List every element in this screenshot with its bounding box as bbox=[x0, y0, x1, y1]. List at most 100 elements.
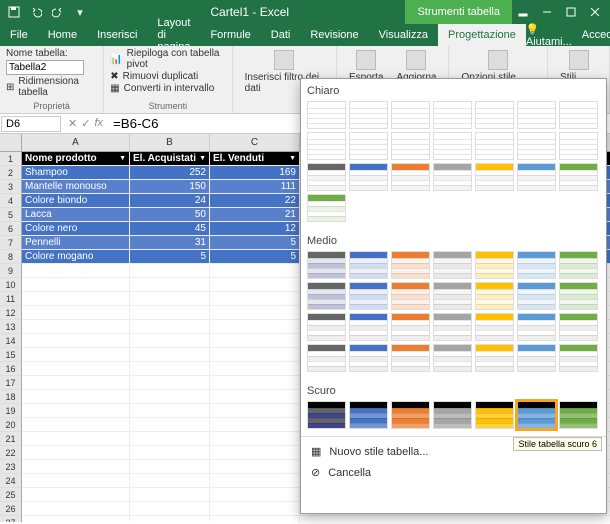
row-header[interactable]: 24 bbox=[0, 474, 22, 488]
row-header[interactable]: 10 bbox=[0, 278, 22, 292]
filter-dropdown-icon[interactable]: ▼ bbox=[119, 152, 126, 165]
table-style-thumb[interactable] bbox=[349, 401, 388, 429]
cell[interactable] bbox=[210, 320, 300, 333]
cell[interactable] bbox=[130, 488, 210, 501]
minimize-icon[interactable] bbox=[536, 2, 558, 22]
row-header[interactable]: 15 bbox=[0, 348, 22, 362]
cell[interactable] bbox=[210, 446, 300, 459]
table-style-thumb[interactable] bbox=[433, 344, 472, 372]
cell[interactable] bbox=[210, 488, 300, 501]
table-style-thumb[interactable] bbox=[559, 313, 598, 341]
cell[interactable] bbox=[210, 348, 300, 361]
cell[interactable] bbox=[22, 488, 130, 501]
table-style-thumb[interactable] bbox=[517, 101, 556, 129]
cell[interactable]: 31 bbox=[130, 236, 210, 249]
table-style-thumb[interactable] bbox=[349, 163, 388, 191]
table-style-thumb[interactable] bbox=[391, 282, 430, 310]
tab-progettazione[interactable]: Progettazione bbox=[438, 24, 526, 46]
table-style-thumb[interactable] bbox=[307, 313, 346, 341]
table-style-thumb[interactable] bbox=[391, 313, 430, 341]
table-style-thumb[interactable] bbox=[391, 132, 430, 160]
cell[interactable] bbox=[130, 306, 210, 319]
cell[interactable] bbox=[22, 418, 130, 431]
table-style-thumb[interactable] bbox=[559, 163, 598, 191]
tab-formule[interactable]: Formule bbox=[200, 24, 260, 46]
row-header[interactable]: 17 bbox=[0, 376, 22, 390]
table-style-thumb[interactable] bbox=[307, 401, 346, 429]
cell[interactable] bbox=[210, 474, 300, 487]
convert-range-button[interactable]: ▦ Converti in intervallo bbox=[110, 83, 225, 94]
cell[interactable]: 5 bbox=[130, 250, 210, 263]
undo-icon[interactable] bbox=[26, 2, 46, 22]
table-style-thumb[interactable] bbox=[349, 101, 388, 129]
cell[interactable] bbox=[210, 502, 300, 515]
cell[interactable]: Lacca bbox=[22, 208, 130, 221]
tab-dati[interactable]: Dati bbox=[261, 24, 301, 46]
table-style-thumb[interactable] bbox=[391, 101, 430, 129]
cell[interactable]: 24 bbox=[130, 194, 210, 207]
ribbon-options-icon[interactable] bbox=[512, 2, 534, 22]
cell[interactable]: 22 bbox=[210, 194, 300, 207]
table-style-thumb[interactable] bbox=[559, 251, 598, 279]
cell[interactable] bbox=[22, 334, 130, 347]
table-style-thumb[interactable] bbox=[391, 401, 430, 429]
row-header[interactable]: 12 bbox=[0, 306, 22, 320]
cell[interactable] bbox=[22, 320, 130, 333]
table-style-thumb[interactable] bbox=[559, 282, 598, 310]
table-style-thumb[interactable] bbox=[391, 163, 430, 191]
cell[interactable] bbox=[130, 516, 210, 522]
fx-icon[interactable]: fx bbox=[94, 117, 103, 130]
table-style-thumb[interactable] bbox=[433, 313, 472, 341]
cell[interactable] bbox=[210, 418, 300, 431]
column-header[interactable]: B bbox=[130, 134, 210, 151]
table-style-thumb[interactable] bbox=[559, 132, 598, 160]
cell[interactable] bbox=[210, 306, 300, 319]
cell[interactable]: Shampoo bbox=[22, 166, 130, 179]
select-all-corner[interactable] bbox=[0, 134, 22, 151]
table-style-thumb[interactable] bbox=[391, 344, 430, 372]
table-style-thumb[interactable] bbox=[517, 163, 556, 191]
cell[interactable] bbox=[22, 348, 130, 361]
table-style-thumb[interactable] bbox=[475, 163, 514, 191]
table-style-thumb[interactable] bbox=[475, 282, 514, 310]
cell[interactable] bbox=[210, 292, 300, 305]
row-header[interactable]: 3 bbox=[0, 180, 22, 194]
cell[interactable] bbox=[22, 404, 130, 417]
cell[interactable] bbox=[130, 320, 210, 333]
tab-layout-di-pagina[interactable]: Layout di pagina bbox=[147, 24, 200, 46]
tab-home[interactable]: Home bbox=[38, 24, 87, 46]
table-header-cell[interactable]: El. Venduti▼ bbox=[210, 152, 300, 165]
name-box[interactable] bbox=[1, 116, 61, 132]
table-style-thumb[interactable] bbox=[307, 132, 346, 160]
cell[interactable] bbox=[210, 404, 300, 417]
table-style-thumb[interactable] bbox=[517, 282, 556, 310]
resize-table-button[interactable]: ⊞ Ridimensiona tabella bbox=[6, 76, 97, 98]
table-style-thumb[interactable] bbox=[517, 401, 556, 429]
cell[interactable] bbox=[22, 516, 130, 522]
cell[interactable] bbox=[22, 362, 130, 375]
cell[interactable]: 12 bbox=[210, 222, 300, 235]
column-header[interactable]: C bbox=[210, 134, 300, 151]
cell[interactable] bbox=[210, 362, 300, 375]
table-style-thumb[interactable] bbox=[559, 101, 598, 129]
cell[interactable]: 5 bbox=[210, 236, 300, 249]
row-header[interactable]: 20 bbox=[0, 418, 22, 432]
cell[interactable] bbox=[22, 474, 130, 487]
table-style-thumb[interactable] bbox=[349, 344, 388, 372]
cell[interactable]: Pennelli bbox=[22, 236, 130, 249]
cell[interactable] bbox=[130, 460, 210, 473]
row-header[interactable]: 25 bbox=[0, 488, 22, 502]
cell[interactable] bbox=[22, 446, 130, 459]
table-style-thumb[interactable] bbox=[433, 401, 472, 429]
cell[interactable] bbox=[130, 376, 210, 389]
cell[interactable]: 45 bbox=[130, 222, 210, 235]
cell[interactable] bbox=[130, 446, 210, 459]
save-icon[interactable] bbox=[4, 2, 24, 22]
summarize-pivot-button[interactable]: 📊 Riepiloga con tabella pivot bbox=[110, 48, 225, 70]
table-style-thumb[interactable] bbox=[433, 163, 472, 191]
table-style-thumb[interactable] bbox=[475, 251, 514, 279]
table-style-thumb[interactable] bbox=[349, 282, 388, 310]
cell[interactable]: 169 bbox=[210, 166, 300, 179]
table-style-thumb[interactable] bbox=[475, 401, 514, 429]
cell[interactable]: 111 bbox=[210, 180, 300, 193]
